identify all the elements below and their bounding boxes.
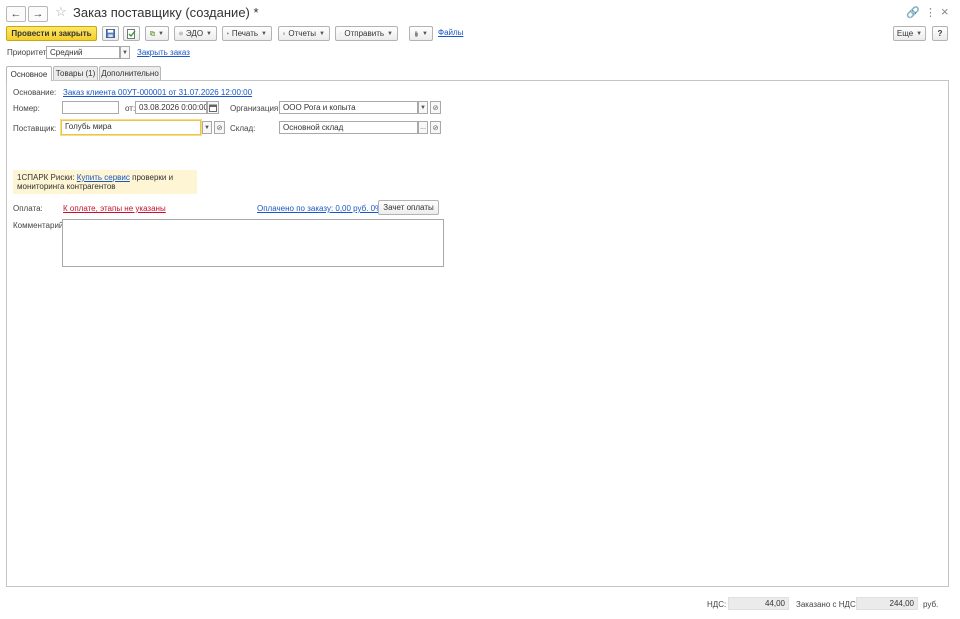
paid-by-order-link[interactable]: Оплачено по заказу: 0,00 руб. 0% — [257, 204, 382, 213]
close-icon[interactable]: × — [941, 4, 949, 19]
paperclip-icon — [414, 30, 418, 37]
organization-field[interactable]: ООО Рога и копыта — [279, 101, 418, 114]
main-tab-panel — [6, 80, 949, 587]
favorite-star-icon[interactable]: ☆ — [55, 4, 67, 20]
window-title: Заказ поставщику (создание) * — [73, 5, 259, 20]
chevron-down-icon: ▼ — [122, 49, 128, 56]
chevron-down-icon: ▼ — [158, 30, 164, 37]
organization-dropdown-button[interactable]: ▼ — [418, 101, 428, 114]
payment-stages-link[interactable]: К оплате, этапы не указаны — [63, 204, 166, 213]
priority-dropdown-button[interactable]: ▼ — [120, 46, 130, 59]
spark-prefix-text: 1СПАРК Риски: — [17, 173, 77, 182]
spark-risks-banner: 1СПАРК Риски: Купить сервис проверки и м… — [13, 170, 197, 194]
edo-label: ЭДО — [185, 29, 204, 38]
payment-label: Оплата: — [13, 204, 43, 213]
more-icon[interactable]: ⋮ — [925, 6, 936, 19]
organization-open-button[interactable]: ⊘ — [430, 101, 441, 114]
post-and-close-label: Провести и закрыть — [11, 29, 92, 38]
post-button[interactable] — [123, 26, 140, 41]
priority-field[interactable]: Средний — [46, 46, 120, 59]
close-order-link[interactable]: Закрыть заказ — [137, 48, 190, 57]
priority-label: Приоритет: — [7, 48, 49, 57]
send-label: Отправить — [344, 29, 385, 38]
vat-label: НДС: — [707, 600, 727, 609]
open-link-icon: ⊘ — [432, 124, 439, 132]
more-button[interactable]: Еще ▼ — [893, 26, 926, 41]
help-button[interactable]: ? — [932, 26, 948, 41]
print-button[interactable]: Печать ▼ — [222, 26, 272, 41]
ellipsis-icon: ... — [420, 124, 426, 131]
chevron-down-icon: ▼ — [422, 30, 428, 37]
forward-arrow-icon: → — [32, 8, 44, 20]
send-button[interactable]: Отправить ▼ — [335, 26, 398, 41]
more-label: Еще — [896, 29, 914, 38]
warehouse-select-button[interactable]: ... — [418, 121, 428, 134]
back-arrow-icon: ← — [10, 8, 22, 20]
post-document-icon — [127, 28, 136, 39]
tab-additional[interactable]: Дополнительно — [99, 66, 161, 80]
number-field[interactable] — [62, 101, 119, 114]
open-link-icon: ⊘ — [216, 124, 223, 132]
tab-goods[interactable]: Товары (1) — [53, 66, 98, 80]
calendar-button[interactable] — [207, 101, 219, 114]
help-label: ? — [937, 29, 943, 38]
basis-link[interactable]: Заказ клиента 00УТ-000001 от 31.07.2026 … — [63, 88, 252, 97]
number-label: Номер: — [13, 104, 40, 113]
edo-button[interactable]: ЭДО ▼ — [174, 26, 217, 41]
reports-button[interactable]: Отчеты ▼ — [278, 26, 330, 41]
chevron-down-icon: ▼ — [387, 30, 393, 37]
supplier-dropdown-button[interactable]: ▼ — [202, 121, 212, 134]
chevron-down-icon: ▼ — [420, 104, 426, 111]
supplier-open-button[interactable]: ⊘ — [214, 121, 225, 134]
buy-service-link[interactable]: Купить сервис — [77, 173, 130, 182]
create-based-on-button[interactable]: ▼ — [145, 26, 169, 41]
back-button[interactable]: ← — [6, 6, 26, 22]
link-icon[interactable]: 🔗 — [906, 6, 920, 19]
total-with-vat-label: Заказано с НДС: — [796, 600, 858, 609]
chevron-down-icon: ▼ — [916, 30, 923, 37]
chevron-down-icon: ▼ — [204, 124, 210, 131]
save-icon — [106, 29, 115, 38]
print-label: Печать — [231, 29, 259, 38]
vat-value: 44,00 — [728, 597, 789, 610]
calendar-icon — [209, 104, 217, 112]
reports-icon — [283, 32, 286, 35]
date-from-label: от: — [125, 104, 136, 113]
post-and-close-button[interactable]: Провести и закрыть — [6, 26, 97, 41]
create-based-icon — [150, 31, 156, 36]
organization-label: Организация: — [230, 104, 281, 113]
payment-offset-label: Зачет оплаты — [383, 203, 434, 212]
reports-label: Отчеты — [288, 29, 317, 38]
payment-offset-button[interactable]: Зачет оплаты — [378, 200, 439, 215]
send-icon — [340, 32, 342, 35]
warehouse-open-button[interactable]: ⊘ — [430, 121, 441, 134]
edo-icon — [179, 31, 183, 36]
warehouse-label: Склад: — [230, 124, 256, 133]
chevron-down-icon: ▼ — [319, 30, 325, 37]
forward-button[interactable]: → — [28, 6, 48, 22]
supplier-field[interactable]: Голубь мира — [61, 120, 201, 135]
comment-label: Комментарий: — [13, 221, 66, 230]
basis-label: Основание: — [13, 88, 57, 97]
date-field[interactable]: 03.08.2026 0:00:00 — [135, 101, 207, 114]
comment-textarea[interactable] — [62, 219, 444, 267]
total-with-vat-value: 244,00 — [856, 597, 918, 610]
tab-main[interactable]: Основное — [6, 66, 52, 81]
chevron-down-icon: ▼ — [261, 30, 267, 37]
save-button[interactable] — [102, 26, 119, 41]
supplier-label: Поставщик: — [13, 124, 57, 133]
chevron-down-icon: ▼ — [206, 30, 212, 37]
open-link-icon: ⊘ — [432, 104, 439, 112]
warehouse-field[interactable]: Основной склад — [279, 121, 418, 134]
attachments-button[interactable]: ▼ — [409, 26, 433, 41]
currency-label: руб. — [923, 600, 939, 609]
printer-icon — [227, 32, 229, 35]
files-link[interactable]: Файлы — [438, 28, 463, 37]
